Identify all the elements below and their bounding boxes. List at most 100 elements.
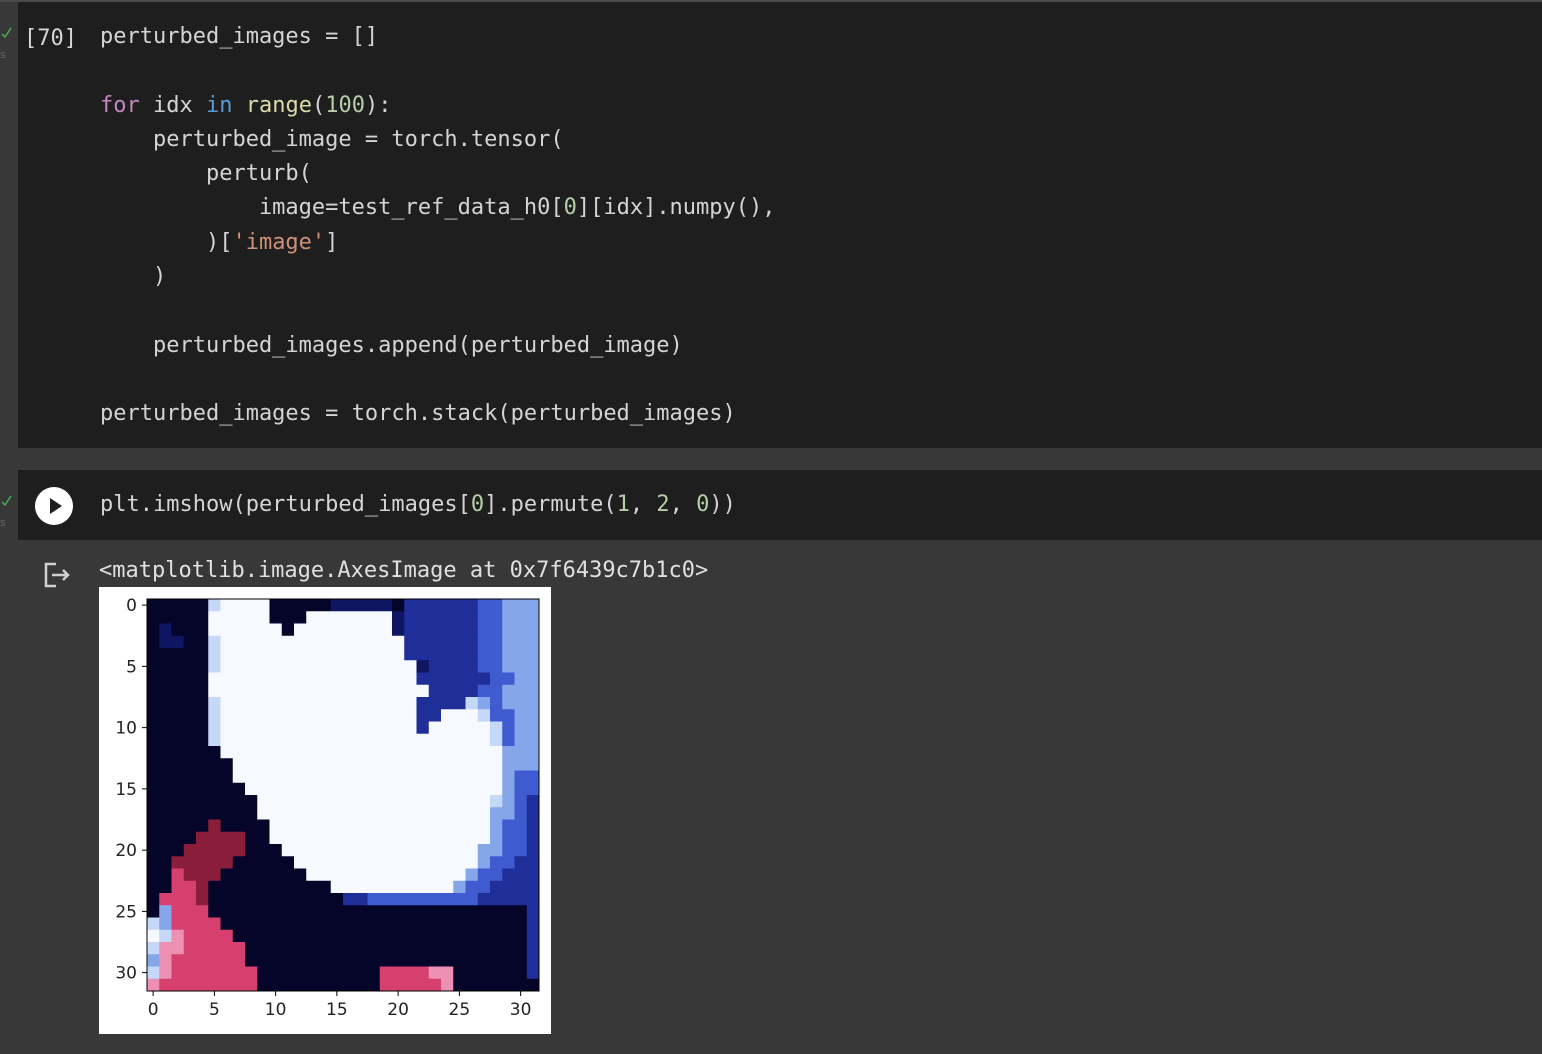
image-pixel <box>232 721 246 735</box>
image-pixel <box>294 819 307 833</box>
image-pixel <box>147 880 160 894</box>
image-pixel <box>343 929 356 943</box>
image-pixel <box>416 942 430 955</box>
image-pixel <box>526 709 540 722</box>
image-pixel <box>294 770 307 784</box>
image-pixel <box>220 929 234 943</box>
image-pixel <box>514 819 528 833</box>
image-pixel <box>220 905 234 918</box>
image-pixel <box>477 966 491 980</box>
image-pixel <box>441 880 454 894</box>
image-pixel <box>294 795 307 808</box>
image-pixel <box>343 746 356 759</box>
image-pixel <box>196 844 209 857</box>
image-pixel <box>294 684 307 698</box>
image-pixel <box>281 746 295 759</box>
image-pixel <box>416 856 430 869</box>
image-pixel <box>196 635 209 649</box>
image-pixel <box>183 966 197 980</box>
image-pixel <box>294 831 307 845</box>
image-pixel <box>269 758 283 771</box>
code-token: for <box>100 92 140 118</box>
image-pixel <box>404 978 417 992</box>
code-line: perturb( <box>100 157 776 191</box>
image-pixel <box>257 648 270 661</box>
image-pixel <box>514 611 528 624</box>
image-pixel <box>318 942 332 955</box>
image-pixel <box>294 599 307 612</box>
image-pixel <box>526 844 540 857</box>
image-pixel <box>220 782 234 796</box>
image-pixel <box>281 831 295 845</box>
image-pixel <box>416 917 430 931</box>
run-cell-button[interactable] <box>35 487 73 525</box>
image-pixel <box>404 844 417 857</box>
image-pixel <box>379 611 393 624</box>
image-pixel <box>453 623 466 637</box>
image-pixel <box>281 856 295 869</box>
image-pixel <box>404 709 417 722</box>
image-pixel <box>330 844 344 857</box>
image-pixel <box>490 856 503 869</box>
image-pixel <box>147 746 160 759</box>
image-pixel <box>196 770 209 784</box>
image-pixel <box>257 721 270 735</box>
image-pixel <box>404 611 417 624</box>
image-pixel <box>281 880 295 894</box>
image-pixel <box>294 942 307 955</box>
image-pixel <box>245 917 258 931</box>
image-pixel <box>269 880 283 894</box>
image-pixel <box>281 929 295 943</box>
image-pixel <box>514 929 528 943</box>
image-pixel <box>159 782 172 796</box>
image-pixel <box>404 880 417 894</box>
image-pixel <box>392 942 405 955</box>
image-pixel <box>306 954 319 967</box>
image-pixel <box>404 623 417 637</box>
image-pixel <box>183 599 197 612</box>
image-pixel <box>428 905 442 918</box>
image-pixel <box>318 795 332 808</box>
code-line: plt.imshow(perturbed_images[0].permute(1… <box>100 488 736 522</box>
image-pixel <box>245 660 258 673</box>
image-pixel <box>208 966 221 980</box>
image-pixel <box>355 819 368 833</box>
image-pixel <box>220 868 234 882</box>
image-pixel <box>465 966 479 980</box>
image-pixel <box>465 758 479 771</box>
code-token: perturbed_images = torch.stack(perturbed… <box>100 401 736 427</box>
image-pixel <box>453 684 466 698</box>
code-editor-1[interactable]: perturbed_images = [] for idx in range(10… <box>100 20 776 432</box>
image-pixel <box>514 758 528 771</box>
code-line: perturbed_images.append(perturbed_image) <box>100 329 776 363</box>
image-pixel <box>367 893 381 906</box>
image-pixel <box>441 942 454 955</box>
image-pixel <box>171 807 185 820</box>
image-pixel <box>196 660 209 673</box>
image-pixel <box>330 807 344 820</box>
image-pixel <box>183 648 197 661</box>
image-pixel <box>183 635 197 649</box>
code-editor-2[interactable]: plt.imshow(perturbed_images[0].permute(1… <box>100 488 736 522</box>
image-pixel <box>392 599 405 612</box>
image-pixel <box>220 746 234 759</box>
image-pixel <box>404 929 417 943</box>
image-pixel <box>183 684 197 698</box>
image-pixel <box>257 770 270 784</box>
image-pixel <box>343 807 356 820</box>
image-pixel <box>183 978 197 992</box>
image-pixel <box>330 819 344 833</box>
image-pixel <box>514 660 528 673</box>
image-pixel <box>453 672 466 686</box>
image-pixel <box>453 917 466 931</box>
image-pixel <box>502 917 515 931</box>
image-pixel <box>330 611 344 624</box>
output-redirect-icon[interactable] <box>42 560 72 590</box>
image-pixel <box>514 623 528 637</box>
image-pixel <box>257 672 270 686</box>
image-pixel <box>379 954 393 967</box>
image-pixel <box>477 795 491 808</box>
image-pixel <box>477 635 491 649</box>
execution-count: [70] <box>24 26 77 51</box>
image-pixel <box>465 831 479 845</box>
